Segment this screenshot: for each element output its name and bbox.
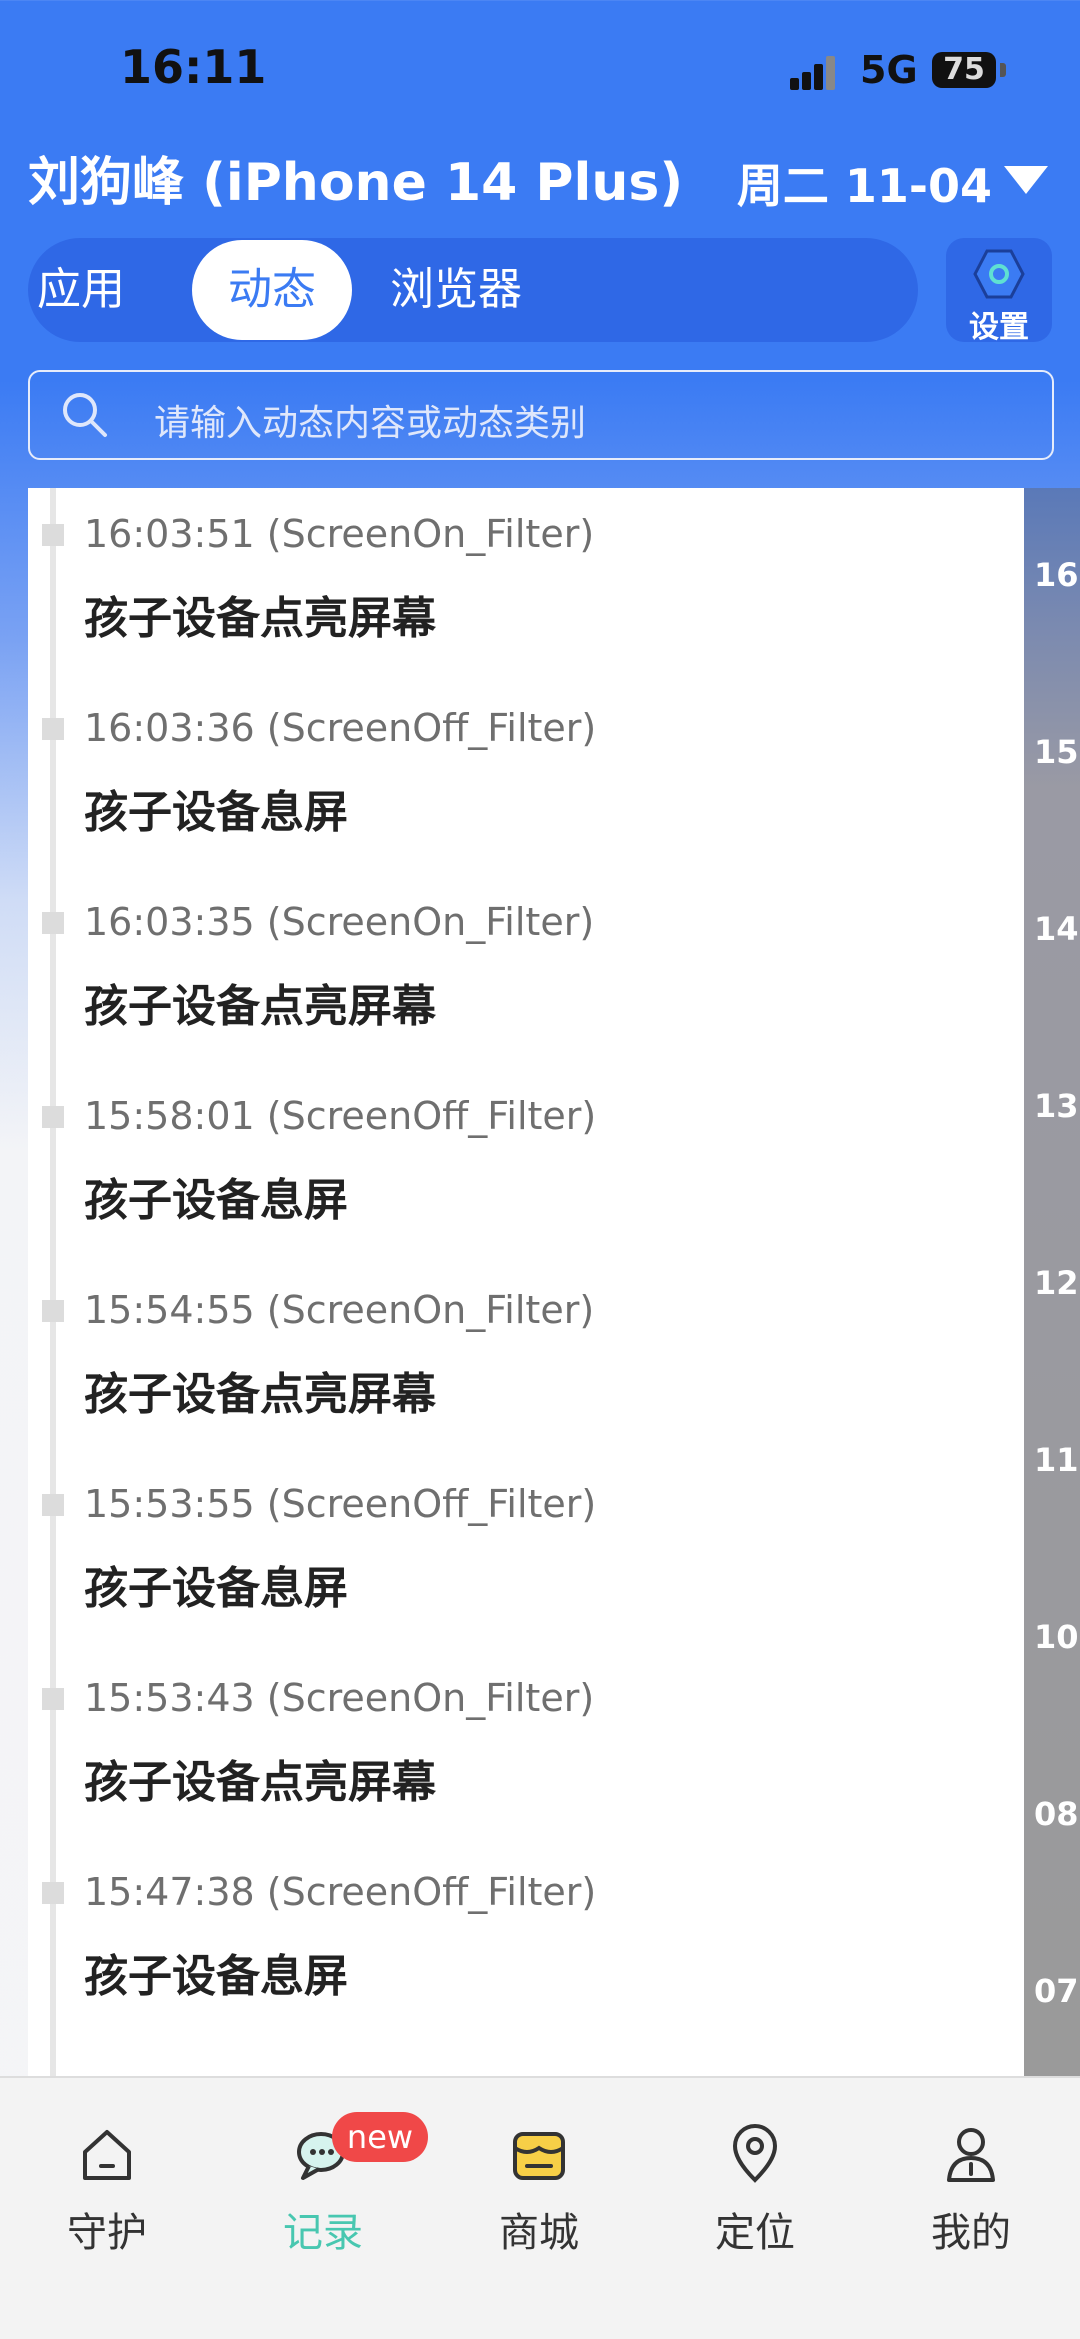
nav-guard[interactable]: 守护 — [32, 2122, 182, 2258]
event-time: 15:47:38 (ScreenOff_Filter) — [84, 1870, 597, 1914]
event-description: 孩子设备点亮屏幕 — [84, 593, 436, 644]
nav-profile[interactable]: 我的 — [896, 2122, 1046, 2258]
home-icon — [83, 2130, 131, 2180]
event-time: 16:03:51 (ScreenOn_Filter) — [84, 512, 595, 556]
settings-button[interactable]: 设置 — [946, 238, 1052, 345]
event-description: 孩子设备息屏 — [84, 1563, 348, 1614]
tab-activity[interactable]: 动态 — [192, 240, 352, 340]
nav-label: 我的 — [931, 2210, 1011, 2256]
hour-label[interactable]: 12 — [1034, 1264, 1079, 1302]
timeline-dot — [42, 1882, 64, 1904]
event-description: 孩子设备点亮屏幕 — [84, 1369, 436, 1420]
event-description: 孩子设备息屏 — [84, 1951, 348, 2002]
new-badge: new — [332, 2112, 428, 2162]
event-time: 16:03:35 (ScreenOn_Filter) — [84, 900, 595, 944]
list-item[interactable]: 15:54:55 (ScreenOn_Filter) 孩子设备点亮屏幕 — [28, 1264, 1024, 1458]
event-description: 孩子设备息屏 — [84, 1175, 348, 1226]
list-item[interactable]: 15:58:01 (ScreenOff_Filter) 孩子设备息屏 — [28, 1070, 1024, 1264]
list-item[interactable]: 15:53:55 (ScreenOff_Filter) 孩子设备息屏 — [28, 1458, 1024, 1652]
activity-list[interactable]: 16:03:51 (ScreenOn_Filter) 孩子设备点亮屏幕 16:0… — [28, 488, 1024, 2076]
timeline-dot — [42, 718, 64, 740]
battery-tip — [1000, 63, 1006, 77]
tab-bar: 应用 动态 浏览器 — [28, 238, 918, 342]
tab-browser[interactable]: 浏览器 — [378, 238, 534, 342]
search-placeholder: 请输入动态内容或动态类别 — [154, 403, 587, 444]
timeline-dot — [42, 1494, 64, 1516]
event-time: 15:53:55 (ScreenOff_Filter) — [84, 1482, 597, 1526]
location-pin-icon — [732, 2124, 778, 2183]
timeline-dot — [42, 1300, 64, 1322]
search-icon — [63, 393, 107, 437]
hour-label[interactable]: 08 — [1034, 1795, 1079, 1833]
timeline-dot — [42, 1688, 64, 1710]
timeline-dot — [42, 912, 64, 934]
event-time: 15:53:43 (ScreenOn_Filter) — [84, 1676, 595, 1720]
hour-label[interactable]: 07 — [1034, 1972, 1079, 2010]
nav-label: 商城 — [499, 2210, 579, 2256]
bottom-nav: 守护 记录 商城 定位 我的 — [0, 2076, 1080, 2339]
status-time: 16:11 — [120, 40, 267, 94]
hour-label[interactable]: 10 — [1034, 1618, 1079, 1656]
shop-icon — [513, 2132, 565, 2180]
tab-apps[interactable]: 应用 — [28, 238, 134, 342]
hour-label[interactable]: 14 — [1034, 910, 1079, 948]
gear-icon — [973, 249, 1025, 299]
caret-down-icon[interactable] — [1004, 166, 1048, 194]
hour-scrubber[interactable]: 16 15 14 13 12 11 10 08 07 — [1024, 488, 1080, 2076]
nav-shop[interactable]: 商城 — [464, 2122, 614, 2258]
list-item[interactable]: 15:47:38 (ScreenOff_Filter) 孩子设备息屏 — [28, 1846, 1024, 2040]
list-item[interactable]: 16:03:36 (ScreenOff_Filter) 孩子设备息屏 — [28, 682, 1024, 876]
nav-location[interactable]: 定位 — [680, 2122, 830, 2258]
timeline-dot — [42, 524, 64, 546]
hour-label[interactable]: 11 — [1034, 1441, 1079, 1479]
hour-label[interactable]: 13 — [1034, 1087, 1079, 1125]
timeline-dot — [42, 1106, 64, 1128]
nav-label: 守护 — [67, 2210, 147, 2256]
search-box[interactable]: 请输入动态内容或动态类别 — [28, 370, 1054, 460]
event-description: 孩子设备息屏 — [84, 787, 348, 838]
device-title: 刘狗峰 (iPhone 14 Plus) — [28, 153, 684, 213]
list-item[interactable]: 16:03:35 (ScreenOn_Filter) 孩子设备点亮屏幕 — [28, 876, 1024, 1070]
hour-label[interactable]: 16 — [1034, 556, 1079, 594]
event-description: 孩子设备点亮屏幕 — [84, 981, 436, 1032]
nav-label: 定位 — [715, 2210, 795, 2256]
date-selector[interactable]: 周二 11-04 — [737, 150, 992, 216]
nav-label: 记录 — [283, 2210, 363, 2256]
event-time: 15:54:55 (ScreenOn_Filter) — [84, 1288, 595, 1332]
network-type: 5G — [860, 48, 918, 92]
event-time: 16:03:36 (ScreenOff_Filter) — [84, 706, 597, 750]
hour-label[interactable]: 15 — [1034, 733, 1079, 771]
list-item[interactable]: 15:53:43 (ScreenOn_Filter) 孩子设备点亮屏幕 — [28, 1652, 1024, 1846]
cellular-signal-icon — [790, 52, 846, 90]
event-description: 孩子设备点亮屏幕 — [84, 1757, 436, 1808]
profile-icon — [947, 2128, 995, 2182]
event-time: 15:58:01 (ScreenOff_Filter) — [84, 1094, 597, 1138]
battery-icon: 75 — [932, 52, 996, 88]
list-item[interactable]: 16:03:51 (ScreenOn_Filter) 孩子设备点亮屏幕 — [28, 488, 1024, 682]
status-bar: 16:11 5G 75 — [0, 0, 1080, 140]
settings-label: 设置 — [969, 310, 1029, 345]
